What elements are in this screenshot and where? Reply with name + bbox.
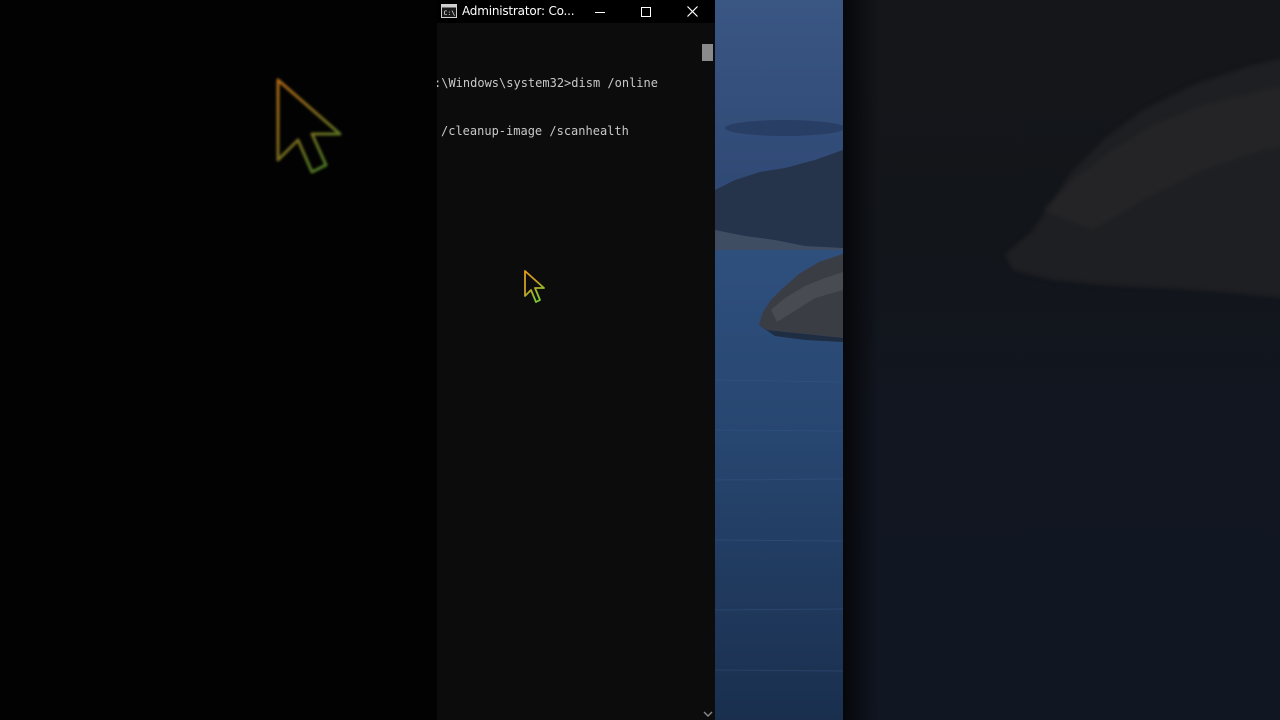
right-blurred-backdrop [843, 0, 1280, 720]
ghost-cursor-icon [276, 78, 342, 174]
scroll-down-arrow-icon[interactable] [703, 710, 713, 718]
left-blurred-backdrop [0, 0, 437, 720]
command-prompt-window[interactable]: C:\ Administrator: Co... :\Windows\syste… [437, 0, 715, 720]
svg-text:C:\: C:\ [444, 9, 456, 17]
scrollbar-thumb[interactable] [702, 44, 713, 61]
window-title: Administrator: Co... [462, 4, 575, 18]
wallpaper-landscape [715, 0, 843, 720]
maximize-button[interactable] [623, 0, 669, 23]
screen: C:\ Administrator: Co... :\Windows\syste… [0, 0, 1280, 720]
mouse-cursor-icon [524, 270, 545, 303]
minimize-icon [595, 11, 605, 13]
cmd-icon: C:\ [441, 4, 457, 18]
minimize-button[interactable] [577, 0, 623, 23]
console-output[interactable]: :\Windows\system32>dism /online /cleanup… [437, 43, 701, 171]
console-line: /cleanup-image /scanhealth [441, 124, 629, 138]
close-icon [686, 6, 698, 17]
console-line: :\Windows\system32>dism /online [437, 76, 658, 90]
vertical-scrollbar[interactable] [701, 42, 715, 720]
backdrop-edge-shadow [843, 0, 879, 720]
maximize-icon [641, 6, 651, 17]
title-bar[interactable]: C:\ Administrator: Co... [437, 0, 715, 23]
blurred-island-image [1005, 59, 1280, 298]
desktop-wallpaper [715, 0, 843, 720]
close-button[interactable] [669, 0, 715, 23]
